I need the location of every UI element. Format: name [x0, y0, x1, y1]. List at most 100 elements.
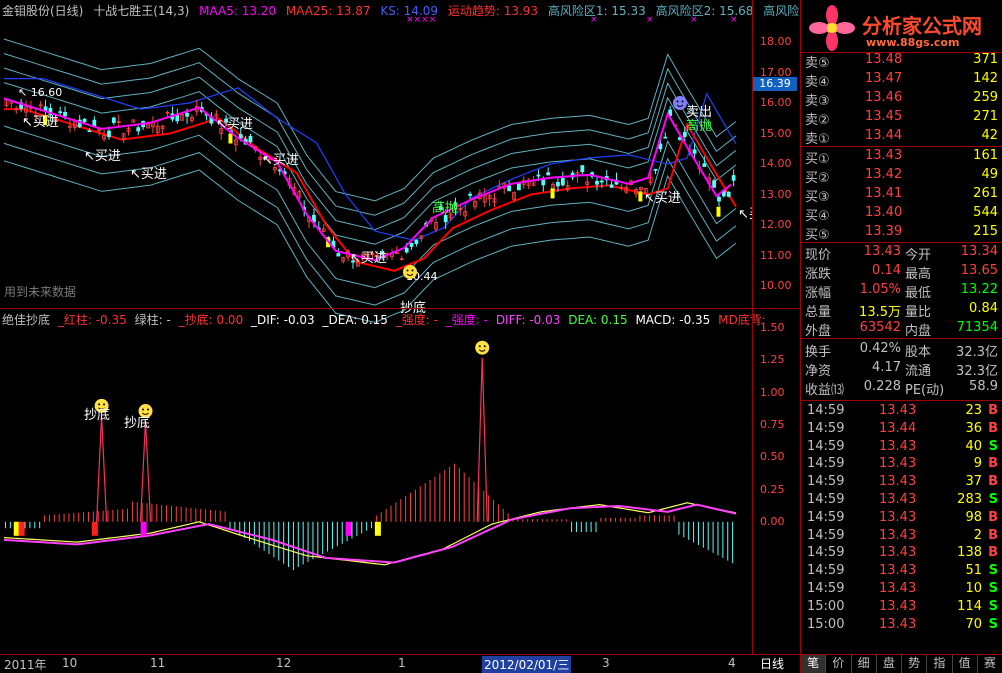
quote-label: 最低	[905, 286, 932, 301]
tick-row: 14:59 13.43 2 B	[805, 528, 1000, 546]
quote-value: 32.3亿	[956, 345, 998, 360]
candle-body	[653, 169, 658, 171]
chart-right-border	[752, 0, 753, 654]
signal-box	[91, 521, 98, 536]
quote-label: 流通	[905, 364, 932, 379]
tab-2[interactable]: 细	[850, 654, 876, 673]
quote-value: 4.17	[872, 360, 901, 375]
quote-label: PE(动)	[905, 383, 945, 398]
quote-row: 涨幅 1.05% 最低 13.22	[805, 282, 1000, 301]
tick-row: 14:59 13.43 23 B	[805, 403, 1000, 421]
time-axis-label: 12	[276, 656, 292, 670]
tick-price: 13.43	[879, 581, 917, 596]
order-price: 13.46	[865, 90, 903, 105]
bottom-border	[0, 654, 1002, 655]
tab-6[interactable]: 值	[951, 654, 977, 673]
buy-signal: ↖买进	[350, 251, 387, 266]
order-volume: 544	[973, 205, 998, 220]
quote-value: 71354	[956, 320, 998, 335]
bid-row: 买⑤ 13.39 215	[805, 224, 1000, 243]
tab-3[interactable]: 盘	[875, 654, 901, 673]
period-label[interactable]: 日线	[760, 655, 784, 672]
dea2-value: DEA: 0.15	[568, 313, 628, 327]
signal-box	[345, 521, 352, 536]
tick-price: 13.43	[879, 509, 917, 525]
qiangdu2-value: _强度: -	[445, 313, 488, 327]
tick-price: 13.44	[879, 420, 917, 436]
smile-face-icon	[403, 265, 417, 279]
tab-5[interactable]: 指	[926, 654, 951, 673]
order-price: 13.47	[865, 71, 903, 86]
candle-body	[404, 247, 409, 253]
order-volume: 161	[973, 148, 998, 163]
quote-row: 涨跌 0.14 最高 13.65	[805, 263, 1000, 282]
tick-volume: 70	[965, 616, 982, 632]
macd-axis-label: 0.50	[760, 450, 785, 464]
quote-top-border	[800, 242, 1002, 243]
order-volume: 271	[973, 109, 998, 124]
high-label: ↖ 16.60	[18, 86, 62, 99]
risk-bands	[3, 38, 737, 323]
tick-price: 13.43	[879, 598, 917, 614]
tick-row: 14:59 13.44 36 B	[805, 421, 1000, 439]
tick-side: B	[988, 403, 998, 418]
tick-side: B	[988, 527, 998, 543]
candle-body	[546, 172, 551, 176]
order-price: 13.39	[865, 224, 903, 239]
candle-body	[185, 112, 189, 117]
dea-line	[3, 503, 737, 564]
tab-4[interactable]: 势	[901, 654, 926, 673]
tab-0[interactable]: 笔	[800, 654, 826, 673]
order-label: 买③	[805, 190, 830, 205]
logo-url: www.88gs.com	[866, 36, 960, 49]
quote-value: 13.65	[960, 263, 998, 278]
macd-axis-label: 1.50	[760, 321, 785, 334]
tick-volume: 37	[965, 474, 982, 490]
qiangdu1-value: _强度: -	[395, 313, 438, 327]
order-label: 买②	[805, 171, 830, 186]
orderbook-top-border	[800, 52, 1002, 53]
macd-axis-label: 0.25	[760, 482, 785, 496]
candle-body	[414, 239, 419, 244]
price-axis-label: 15.00	[760, 126, 792, 140]
quote-label: 涨幅	[805, 286, 832, 301]
ask-row: 卖① 13.44 42	[805, 128, 1000, 147]
price-axis-label: 12.00	[760, 218, 792, 231]
tab-7[interactable]: 赛	[976, 654, 1002, 673]
quote-row: 净资 4.17 流通 32.3亿	[805, 360, 1000, 379]
time-axis-label: 3	[602, 656, 610, 670]
tab-1[interactable]: 价	[825, 654, 850, 673]
candle-body	[87, 130, 92, 133]
order-label: 卖①	[805, 132, 830, 147]
price-axis-label: 16.00	[760, 96, 792, 109]
sub-title: 绝佳抄底	[2, 313, 51, 327]
risk1-value: 高风险区1: 15.33	[547, 4, 646, 18]
candle-body	[517, 182, 521, 191]
ask-row: 卖④ 13.47 142	[805, 71, 1000, 90]
tick-time: 14:59	[807, 545, 845, 561]
candle-body	[595, 180, 599, 185]
ask-row: 卖② 13.45 271	[805, 109, 1000, 128]
quote-value: 13.34	[960, 244, 998, 259]
tick-price: 13.43	[879, 438, 917, 454]
candle-body	[507, 185, 512, 192]
tick-row: 14:59 13.43 40 S	[805, 439, 1000, 457]
bid-row: 买② 13.42 49	[805, 167, 1000, 186]
tick-side: B	[988, 474, 998, 490]
order-volume: 42	[981, 128, 998, 143]
order-label: 卖②	[805, 113, 830, 128]
tick-side: B	[988, 456, 998, 472]
buy-signal: ↖买进	[130, 167, 167, 182]
order-volume: 259	[973, 90, 998, 105]
candle-body	[82, 118, 87, 123]
order-price: 13.40	[865, 205, 903, 220]
candle-body	[692, 149, 697, 154]
candle-body	[580, 165, 585, 173]
buy-signal: ↖买进	[262, 153, 299, 168]
tick-volume: 9	[973, 456, 982, 472]
tick-price: 13.43	[879, 527, 917, 543]
time-axis-label: 10	[62, 656, 78, 670]
quote-label: 收益⒀	[805, 383, 845, 398]
order-volume: 261	[973, 186, 998, 201]
candle-body	[248, 136, 253, 143]
